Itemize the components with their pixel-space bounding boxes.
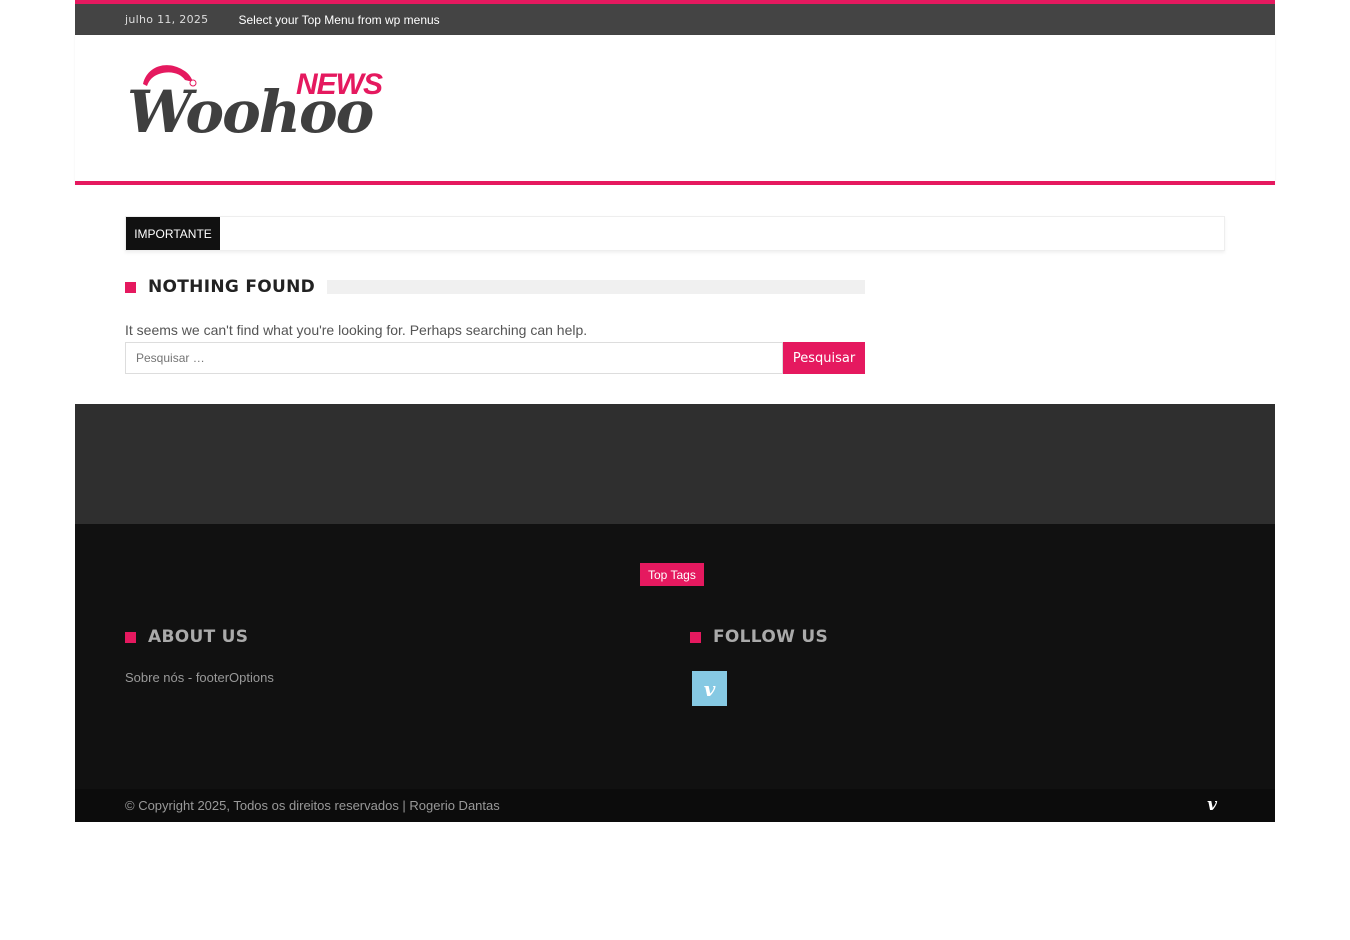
- top-bar: julho 11, 2025 Select your Top Menu from…: [75, 0, 1275, 35]
- site-header: Woohoo NEWS: [75, 35, 1275, 185]
- site-logo[interactable]: Woohoo NEWS: [125, 60, 385, 160]
- footer-widget-area-top: [75, 404, 1275, 524]
- footer-widget-area: Top Tags ABOUT US Sobre nós - footerOpti…: [75, 524, 1275, 789]
- top-tags-button[interactable]: Top Tags: [640, 563, 704, 586]
- page-title: NOTHING FOUND: [148, 277, 316, 297]
- search-button[interactable]: Pesquisar: [783, 342, 865, 374]
- heading-divider: [327, 280, 865, 294]
- search-input[interactable]: [125, 342, 783, 374]
- about-us-heading: ABOUT US: [125, 627, 248, 647]
- not-found-message: It seems we can't find what you're looki…: [125, 322, 588, 338]
- heading-square-icon: [125, 281, 136, 293]
- copyright-bar: © Copyright 2025, Todos os direitos rese…: [75, 789, 1275, 822]
- top-menu-placeholder[interactable]: Select your Top Menu from wp menus: [238, 13, 439, 27]
- logo-news-tag: NEWS: [296, 68, 383, 101]
- search-form: Pesquisar: [125, 342, 865, 374]
- site-wrapper: julho 11, 2025 Select your Top Menu from…: [75, 0, 1275, 822]
- vimeo-icon[interactable]: v: [692, 671, 727, 706]
- vimeo-icon[interactable]: v: [1207, 795, 1217, 815]
- follow-us-title: FOLLOW US: [713, 627, 828, 647]
- heading-square-icon: [690, 631, 701, 643]
- copyright-text: © Copyright 2025, Todos os direitos rese…: [125, 798, 500, 813]
- about-us-text: Sobre nós - footerOptions: [125, 670, 274, 685]
- main-content: IMPORTANTE NOTHING FOUND It seems we can…: [75, 185, 1275, 404]
- news-ticker: IMPORTANTE: [125, 216, 1225, 251]
- heading-square-icon: [125, 631, 136, 643]
- current-date: julho 11, 2025: [125, 13, 209, 26]
- follow-us-heading: FOLLOW US: [690, 627, 828, 647]
- section-heading: NOTHING FOUND: [125, 277, 865, 297]
- ticker-label: IMPORTANTE: [126, 217, 220, 250]
- about-us-title: ABOUT US: [148, 627, 249, 647]
